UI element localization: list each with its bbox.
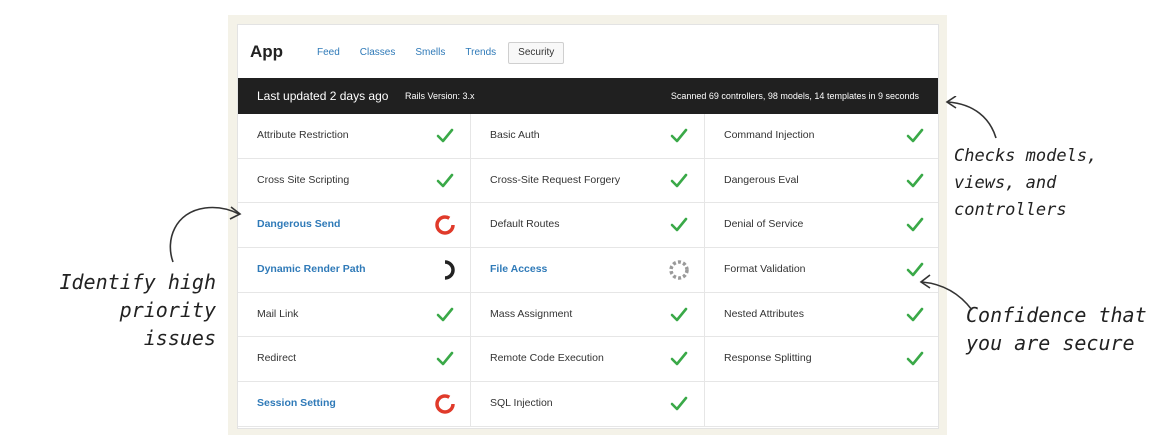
check-cell-command-injection: Command Injection [705, 114, 938, 159]
nav-tabs: Feed Classes Smells Trends Security [307, 42, 565, 64]
annotation-checks-models: Checks models, views, and controllers [954, 143, 1154, 224]
arrow-to-format-validation-icon [919, 274, 973, 311]
checkmark-icon [906, 128, 924, 143]
confidence-ring-icon[interactable] [668, 259, 690, 281]
annotation-confidence: Confidence that you are secure [966, 301, 1151, 357]
check-label: Dangerous Eval [724, 173, 799, 186]
arrow-to-dangerous-send-icon [169, 206, 242, 263]
check-cell-denial-of-service: Denial of Service [705, 203, 938, 249]
check-cell-session-setting[interactable]: Session Setting [238, 382, 471, 427]
checkmark-icon [670, 173, 688, 187]
empty-cell [705, 382, 938, 427]
app-header: App Feed Classes Smells Trends Security [238, 25, 938, 78]
check-cell-remote-code-execution: Remote Code Execution [471, 337, 705, 383]
check-cell-mail-link: Mail Link [238, 292, 471, 338]
check-label: Mass Assignment [490, 307, 573, 320]
check-label: SQL Injection [490, 397, 553, 410]
check-cell-dangerous-send[interactable]: Dangerous Send [238, 203, 471, 249]
check-cell-response-splitting: Response Splitting [705, 337, 938, 383]
annotation-high-priority: Identify high priority issues [44, 268, 216, 352]
check-label: Mail Link [257, 307, 299, 320]
check-cell-default-routes: Default Routes [471, 203, 705, 249]
confidence-ring-icon[interactable] [434, 259, 456, 281]
check-label: Cross Site Scripting [257, 173, 350, 186]
last-updated-text: Last updated 2 days ago [257, 89, 389, 103]
check-label: Denial of Service [724, 218, 804, 231]
confidence-ring-icon[interactable] [434, 393, 456, 415]
check-label: Remote Code Execution [490, 352, 604, 365]
checkmark-icon [436, 307, 454, 322]
check-label[interactable]: Dynamic Render Path [257, 263, 366, 275]
annotation-line: views, and controllers [954, 173, 1067, 220]
annotation-line: Identify high [59, 270, 216, 294]
check-cell-redirect: Redirect [238, 337, 471, 383]
check-cell-basic-auth: Basic Auth [471, 114, 705, 159]
check-label[interactable]: File Access [490, 263, 547, 275]
check-cell-attribute-restriction: Attribute Restriction [238, 114, 471, 159]
checkmark-icon [906, 352, 924, 366]
arrow-to-status-bar-icon [945, 96, 997, 139]
check-label: Nested Attributes [724, 307, 804, 320]
checkmark-icon [670, 128, 688, 143]
tab-trends[interactable]: Trends [455, 42, 506, 64]
security-panel: App Feed Classes Smells Trends Security … [237, 24, 939, 429]
tab-smells[interactable]: Smells [405, 42, 455, 64]
annotation-line: you are secure [966, 331, 1135, 355]
checkmark-icon [906, 218, 924, 232]
check-label: Format Validation [724, 263, 806, 276]
check-cell-cross-site-scripting: Cross Site Scripting [238, 158, 471, 204]
check-label: Redirect [257, 352, 297, 365]
check-cell-file-access[interactable]: File Access [471, 248, 705, 293]
checkmark-icon [670, 307, 688, 322]
annotation-line: Checks models, [954, 146, 1098, 166]
check-label: Response Splitting [724, 352, 812, 365]
confidence-ring-icon[interactable] [434, 214, 456, 236]
checks-grid: Attribute Restriction Basic Auth Command I… [238, 114, 938, 427]
check-label: Basic Auth [490, 129, 540, 141]
check-label[interactable]: Dangerous Send [257, 218, 340, 230]
rails-version-text: Rails Version: 3.x [405, 91, 475, 101]
check-cell-dangerous-eval: Dangerous Eval [705, 159, 938, 204]
scan-summary-text: Scanned 69 controllers, 98 models, 14 te… [670, 91, 919, 101]
check-cell-nested-attributes: Nested Attributes [705, 293, 938, 338]
check-label: Attribute Restriction [257, 129, 349, 141]
tab-security[interactable]: Security [508, 42, 565, 64]
app-title: App [250, 42, 284, 61]
check-cell-sql-injection: SQL Injection [471, 382, 705, 427]
checkmark-icon [436, 352, 454, 366]
check-label[interactable]: Session Setting [257, 397, 336, 409]
checkmark-icon [906, 173, 924, 187]
check-label: Default Routes [490, 218, 560, 231]
checkmark-icon [670, 352, 688, 366]
tab-classes[interactable]: Classes [350, 42, 406, 64]
checkmark-icon [436, 173, 454, 187]
check-cell-mass-assignment: Mass Assignment [471, 292, 705, 338]
checkmark-icon [436, 128, 454, 143]
annotation-line: Confidence that [966, 303, 1147, 327]
check-cell-format-validation: Format Validation [705, 248, 938, 293]
annotation-line: priority issues [119, 298, 216, 350]
checkmark-icon [670, 218, 688, 232]
check-cell-dynamic-render-path[interactable]: Dynamic Render Path [238, 248, 471, 293]
tab-feed[interactable]: Feed [307, 42, 350, 64]
check-cell-cross-site-request-forgery: Cross-Site Request Forgery [471, 158, 705, 204]
check-label: Cross-Site Request Forgery [490, 173, 621, 186]
check-label: Command Injection [724, 129, 815, 141]
checkmark-icon [670, 396, 688, 411]
status-bar: Last updated 2 days ago Rails Version: 3… [238, 78, 938, 114]
